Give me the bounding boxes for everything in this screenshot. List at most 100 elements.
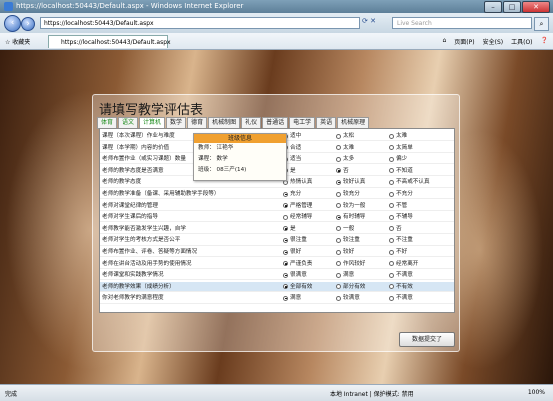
radio-option[interactable]: 很满意 <box>283 270 307 280</box>
radio-option[interactable]: 热情认真 <box>283 177 312 187</box>
radio-button[interactable] <box>389 145 394 151</box>
radio-button[interactable] <box>283 237 288 243</box>
radio-button[interactable] <box>336 156 341 162</box>
radio-option[interactable]: 部分有效 <box>336 282 365 292</box>
radio-button[interactable] <box>336 203 341 209</box>
radio-option[interactable]: 很好 <box>283 247 301 257</box>
popup-line: 教师： 江艳华 <box>198 145 234 151</box>
radio-option[interactable]: 经常离开 <box>389 259 418 269</box>
radio-button[interactable] <box>389 191 394 197</box>
favorites-button[interactable]: ☆ 收藏夹 <box>5 37 30 46</box>
search-icon[interactable]: ⌕ <box>534 17 549 31</box>
radio-option[interactable]: 较好认真 <box>336 177 365 187</box>
radio-option[interactable]: 全部有效 <box>283 282 312 292</box>
radio-option[interactable]: 严格管理 <box>283 201 312 211</box>
page-menu[interactable]: 页面(P) <box>454 37 474 46</box>
radio-option[interactable]: 否 <box>336 166 349 176</box>
back-button[interactable]: ‹ <box>4 15 21 32</box>
radio-option[interactable]: 不好 <box>389 247 407 257</box>
radio-button[interactable] <box>283 214 288 220</box>
radio-option[interactable]: 不满意 <box>389 270 413 280</box>
radio-button[interactable] <box>336 145 341 151</box>
home-icon[interactable]: ⌂ <box>442 37 446 46</box>
radio-button[interactable] <box>389 203 394 209</box>
radio-option[interactable]: 满意 <box>336 270 354 280</box>
radio-option[interactable]: 不管 <box>389 201 407 211</box>
radio-option[interactable]: 较好 <box>336 247 354 257</box>
refresh-icon[interactable]: ⟳ ✕ <box>362 17 376 25</box>
radio-option[interactable]: 作风较好 <box>336 259 365 269</box>
help-icon[interactable]: ❓ <box>541 37 548 46</box>
zoom-control[interactable]: 100% <box>528 389 545 396</box>
radio-option[interactable]: 太简单 <box>389 143 413 153</box>
radio-option[interactable]: 不高或不认真 <box>389 177 430 187</box>
radio-button[interactable] <box>389 272 394 278</box>
radio-button[interactable] <box>336 133 341 139</box>
radio-button[interactable] <box>283 191 288 197</box>
radio-button[interactable] <box>283 261 288 267</box>
radio-option[interactable]: 不充分 <box>389 189 413 199</box>
radio-option[interactable]: 很注重 <box>283 235 307 245</box>
radio-option[interactable]: 不知道 <box>389 166 413 176</box>
address-input[interactable]: https://localhost:50443/Default.aspx <box>40 17 360 29</box>
submit-button[interactable]: 数据提交了 <box>399 332 455 347</box>
radio-button[interactable] <box>336 249 341 255</box>
tools-menu[interactable]: 工具(O) <box>511 37 532 46</box>
radio-option[interactable]: 不辅导 <box>389 212 413 222</box>
radio-button[interactable] <box>336 214 341 220</box>
radio-button[interactable] <box>389 295 394 301</box>
radio-option[interactable]: 满意 <box>283 293 301 303</box>
radio-option[interactable]: 不满意 <box>389 293 413 303</box>
radio-button[interactable] <box>336 284 341 290</box>
radio-option[interactable]: 太多 <box>336 154 354 164</box>
radio-option[interactable]: 严谨负责 <box>283 259 312 269</box>
radio-button[interactable] <box>336 237 341 243</box>
radio-button[interactable] <box>336 295 341 301</box>
radio-button[interactable] <box>283 284 288 290</box>
radio-button[interactable] <box>389 284 394 290</box>
radio-button[interactable] <box>283 203 288 209</box>
radio-option[interactable]: 太难 <box>389 131 407 141</box>
radio-option[interactable]: 较满意 <box>336 293 360 303</box>
radio-button[interactable] <box>336 272 341 278</box>
forward-button[interactable]: › <box>21 17 35 31</box>
radio-button[interactable] <box>283 249 288 255</box>
radio-option[interactable]: 偏少 <box>389 154 407 164</box>
radio-option[interactable]: 否 <box>389 224 402 234</box>
radio-option[interactable]: 较充分 <box>336 189 360 199</box>
radio-button[interactable] <box>336 261 341 267</box>
radio-button[interactable] <box>389 226 394 232</box>
radio-option[interactable]: 太难 <box>336 143 354 153</box>
maximize-button[interactable]: □ <box>503 1 521 13</box>
browser-tab[interactable]: https://localhost:50443/Default.aspx <box>48 35 171 48</box>
minimize-button[interactable]: – <box>484 1 502 13</box>
radio-button[interactable] <box>389 237 394 243</box>
radio-button[interactable] <box>389 261 394 267</box>
radio-button[interactable] <box>283 295 288 301</box>
radio-option[interactable]: 不注重 <box>389 235 413 245</box>
radio-option[interactable]: 一般 <box>336 224 354 234</box>
search-input[interactable]: Live Search <box>392 17 532 29</box>
radio-option[interactable]: 较为一般 <box>336 201 365 211</box>
radio-button[interactable] <box>389 168 394 174</box>
radio-option[interactable]: 有时辅导 <box>336 212 365 222</box>
radio-button[interactable] <box>336 226 341 232</box>
radio-button[interactable] <box>336 191 341 197</box>
radio-button[interactable] <box>389 179 394 185</box>
radio-option[interactable]: 较注重 <box>336 235 360 245</box>
radio-button[interactable] <box>389 249 394 255</box>
radio-button[interactable] <box>389 133 394 139</box>
radio-option[interactable]: 充分 <box>283 189 301 199</box>
radio-button[interactable] <box>283 272 288 278</box>
radio-option[interactable]: 不有效 <box>389 282 413 292</box>
close-button[interactable]: ✕ <box>522 1 550 13</box>
radio-button[interactable] <box>336 168 341 174</box>
radio-option[interactable]: 是 <box>283 224 296 234</box>
radio-option[interactable]: 经常辅导 <box>283 212 312 222</box>
radio-option[interactable]: 太松 <box>336 131 354 141</box>
radio-button[interactable] <box>283 226 288 232</box>
radio-button[interactable] <box>389 156 394 162</box>
radio-button[interactable] <box>336 179 341 185</box>
safety-menu[interactable]: 安全(S) <box>483 37 504 46</box>
radio-button[interactable] <box>389 214 394 220</box>
